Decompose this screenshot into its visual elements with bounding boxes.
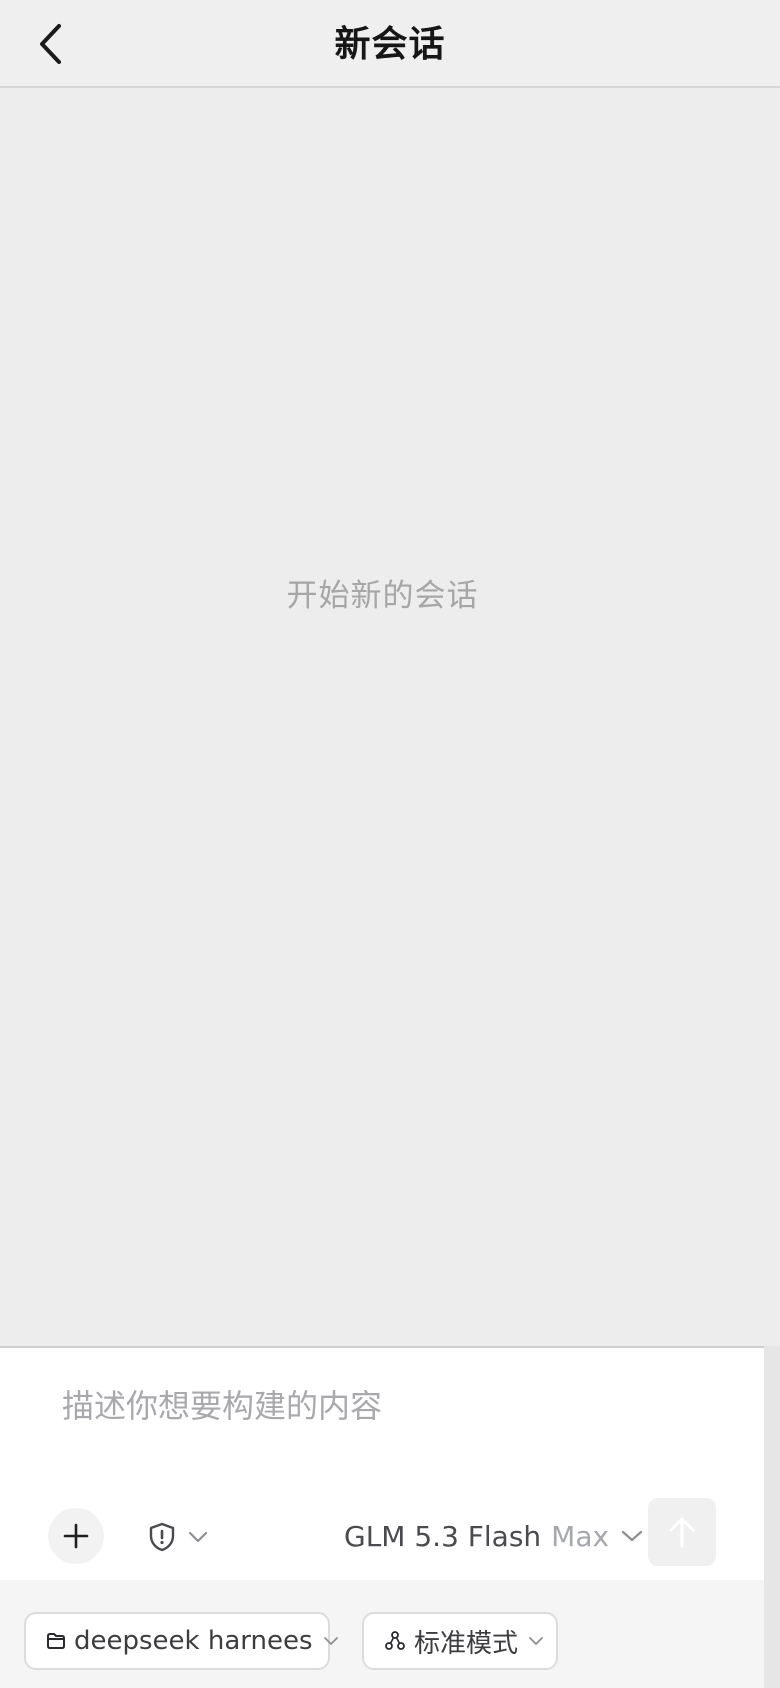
shield-alert-icon <box>149 1522 175 1552</box>
bottom-toolbar: deepseek harnees 标准模式 <box>0 1580 764 1688</box>
chevron-down-icon <box>188 1531 208 1543</box>
model-name: GLM 5.3 Flash <box>344 1519 542 1553</box>
model-tier: Max <box>551 1519 610 1553</box>
safety-mode-dropdown[interactable] <box>148 1512 208 1562</box>
plus-icon <box>63 1523 89 1549</box>
scrollbar-track <box>764 1346 780 1688</box>
nodes-icon <box>384 1630 406 1652</box>
send-button[interactable] <box>648 1498 716 1566</box>
model-chevron <box>621 1530 643 1542</box>
message-composer: GLM 5.3 Flash Max <box>0 1346 764 1580</box>
chevron-down-icon <box>528 1636 544 1646</box>
mode-label: 标准模式 <box>414 1628 519 1659</box>
workspace-label: deepseek harnees <box>74 1626 313 1656</box>
prompt-input[interactable] <box>62 1376 722 1436</box>
top-bar: 新会话 <box>0 0 780 88</box>
page-title: 新会话 <box>334 24 446 65</box>
app-root: 新会话 开始新的会话 GLM 5.3 Flash Max <box>0 0 780 1688</box>
model-selector[interactable]: GLM 5.3 Flash Max <box>344 1508 643 1564</box>
empty-state-text: 开始新的会话 <box>286 578 479 614</box>
mode-selector[interactable]: 标准模式 <box>362 1612 558 1670</box>
attach-button[interactable] <box>48 1508 104 1564</box>
chevron-down-icon <box>621 1530 643 1542</box>
chevron-down-icon <box>323 1636 339 1646</box>
folder-icon <box>46 1632 66 1650</box>
workspace-selector[interactable]: deepseek harnees <box>24 1612 338 1670</box>
arrow-up-icon <box>669 1517 695 1548</box>
